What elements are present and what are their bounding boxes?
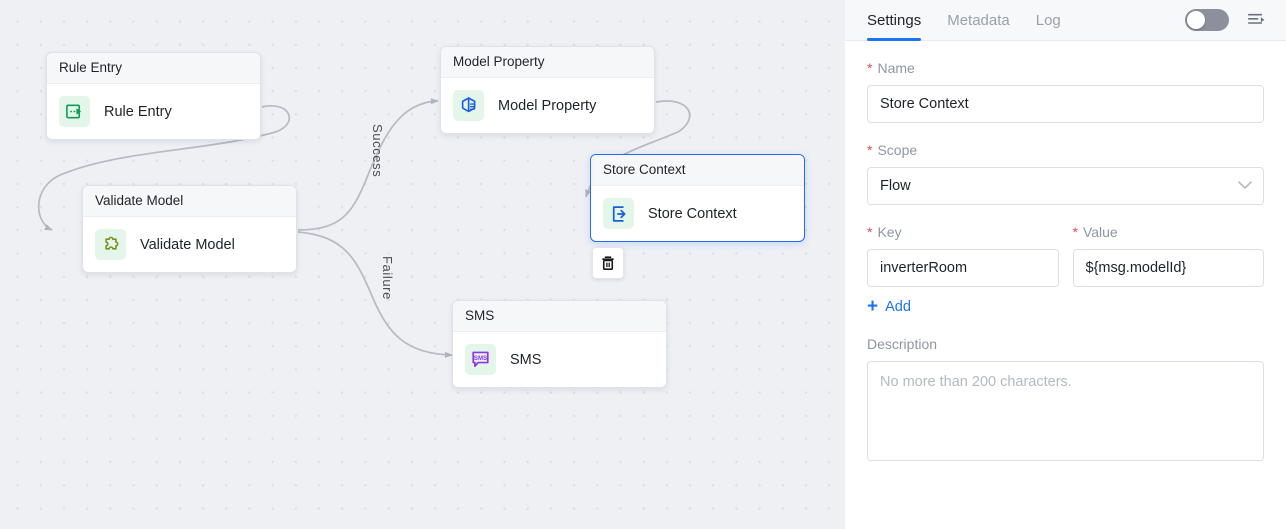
node-header-store-context: Store Context [591,155,804,186]
node-body-validate-model: Validate Model [83,217,296,272]
store-context-icon [603,198,634,229]
node-header-rule-entry: Rule Entry [47,53,260,84]
key-label: * Key [867,223,1059,241]
tab-settings-label: Settings [867,11,922,29]
node-model-property[interactable]: Model Property Model Property [440,46,655,134]
scope-select-value[interactable] [867,167,1264,205]
key-label-text: Key [877,224,902,240]
plus-icon: + [867,296,879,317]
settings-form: *Name *Scope [845,41,1286,466]
key-label-col: * Key [867,223,1059,249]
tab-log-label: Log [1035,11,1061,29]
node-body-sms: SMS SMS [453,332,666,387]
node-store-context[interactable]: Store Context Store Context [590,154,805,242]
name-input[interactable] [867,85,1264,123]
node-header-sms: SMS [453,301,666,332]
delete-node-button[interactable] [592,247,624,279]
add-button-label: Add [885,299,911,315]
rule-entry-icon [59,96,90,127]
value-input-col [1072,249,1264,287]
scope-select[interactable] [867,167,1264,205]
required-marker-scope: * [867,142,873,158]
key-value-labels: * Key * Value [867,223,1264,249]
trash-icon [602,256,614,271]
panel-tabs: Settings Metadata Log [867,0,1061,41]
model-property-icon [453,90,484,121]
tab-metadata[interactable]: Metadata [947,0,1010,41]
edge-label-failure: Failure [380,256,395,300]
value-label: * Value [1073,223,1265,241]
node-rule-entry[interactable]: Rule Entry Rule Entry [46,52,261,140]
properties-panel: Settings Metadata Log * Name Store Conte… [845,0,1286,529]
field-scope: * Scope [867,141,1264,205]
required-marker-name: * [867,60,873,76]
node-label-model-property: Model Property [498,97,597,114]
panel-collapse-icon[interactable] [1247,12,1266,29]
node-label-store-context: Store Context [648,205,737,222]
node-body-rule-entry: Rule Entry [47,84,260,139]
node-body-store-context: Store Context [591,186,804,241]
node-validate-model[interactable]: Validate Model Validate Model [82,185,297,273]
field-description: Description [867,335,1264,466]
toggle-knob [1187,11,1205,29]
required-marker-key: * [867,224,873,240]
key-input-col [867,249,1059,287]
name-label-text: Name [877,60,915,76]
key-value-inputs [867,249,1264,287]
tab-settings[interactable]: Settings [867,0,922,41]
description-textarea[interactable] [867,361,1264,461]
puzzle-icon [95,229,126,260]
key-input[interactable] [867,249,1059,287]
value-input[interactable] [1072,249,1264,287]
name-label: * Name [867,59,1264,77]
node-header-model-property: Model Property [441,47,654,78]
enable-toggle[interactable] [1185,9,1229,31]
scope-label: * Scope [867,141,1264,159]
node-label-validate-model: Validate Model [140,236,235,253]
svg-text:SMS: SMS [474,355,487,362]
field-name: * Name [867,59,1264,123]
add-key-value-button[interactable]: + Add [867,296,911,317]
edge-label-success: Success [370,124,385,178]
panel-header: Settings Metadata Log [845,0,1286,41]
flow-canvas[interactable]: Success Failure Rule Entry Rule Entry Va… [0,0,845,529]
sms-icon: SMS [465,344,496,375]
description-label: Description [867,336,938,352]
panel-header-actions [1185,9,1266,31]
tab-log[interactable]: Log [1036,0,1061,41]
node-sms[interactable]: SMS SMS SMS [452,300,667,388]
tab-metadata-label: Metadata [947,11,1010,29]
node-body-model-property: Model Property [441,78,654,133]
workflow-editor: Success Failure Rule Entry Rule Entry Va… [0,0,1286,529]
value-label-col: * Value [1073,223,1265,249]
node-label-rule-entry: Rule Entry [104,103,172,120]
value-label-text: Value [1082,224,1118,240]
required-marker-value: * [1072,224,1078,240]
scope-label-text: Scope [877,142,918,158]
node-header-validate-model: Validate Model [83,186,296,217]
node-label-sms: SMS [510,351,542,368]
